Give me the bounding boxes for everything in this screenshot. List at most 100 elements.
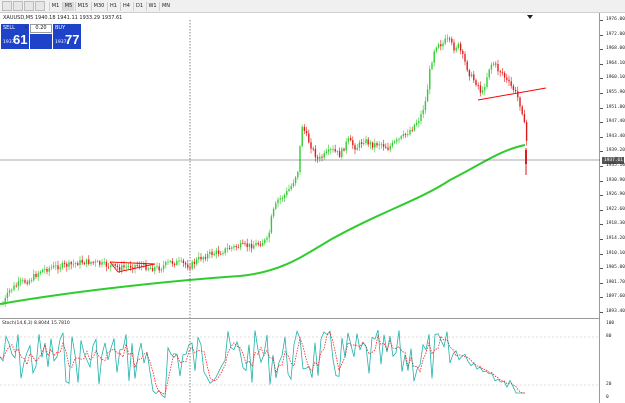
candle-body [88, 259, 90, 264]
candle-body [429, 69, 431, 90]
candle-body [470, 74, 473, 77]
candle-body [391, 142, 394, 147]
price-axis-label: 1910.10 [606, 250, 625, 256]
stoch-axis-label: 20 [606, 382, 612, 387]
candle-body [90, 262, 92, 264]
candle-body [323, 153, 325, 158]
buy-button[interactable]: BUY 1937 77 [53, 24, 81, 49]
candle-body [380, 144, 383, 146]
candle-body [204, 257, 207, 259]
candle-body [189, 267, 191, 269]
candle-body [451, 38, 453, 43]
candle-body [213, 253, 215, 256]
price-axis-tick [600, 282, 603, 284]
candle-body [24, 280, 26, 283]
stoch-axis-label: 100 [606, 321, 615, 326]
candle-body [264, 239, 266, 244]
candle-body [341, 148, 343, 157]
candle-body [396, 139, 398, 142]
candle-body [488, 69, 490, 78]
price-axis-tick [600, 253, 603, 255]
indicator-separator[interactable] [0, 318, 600, 319]
candle-body [35, 274, 37, 277]
price-axis-label: 1918.30 [606, 221, 625, 227]
candle-body [376, 143, 378, 146]
candle-body [477, 85, 479, 86]
candle-body [37, 273, 39, 277]
lot-decrease-icon[interactable]: ▾ [25, 25, 28, 31]
candle-body [48, 268, 50, 272]
candle-body [22, 280, 24, 282]
candle-body [495, 63, 497, 65]
candle-body [283, 195, 286, 198]
candle-body [523, 114, 526, 123]
price-axis-tick [600, 195, 603, 197]
price-axis-tick [600, 297, 603, 299]
candle-body [220, 253, 222, 255]
candle-body [206, 253, 209, 259]
candle-body [13, 285, 15, 290]
price-axis-label: 1972.00 [606, 31, 625, 37]
price-axis-tick [600, 239, 603, 240]
candle-body [123, 265, 125, 268]
candle-body [187, 264, 189, 268]
candle-body [446, 38, 449, 40]
candle-body [369, 142, 372, 145]
candle-body [202, 257, 204, 260]
candle-body [92, 262, 94, 263]
price-axis-label: 1893.40 [606, 309, 625, 314]
candle-body [6, 292, 9, 299]
candle-body [343, 148, 345, 151]
price-axis-tick [600, 34, 603, 36]
candle-body [50, 267, 53, 269]
candle-body [413, 124, 416, 131]
lot-size-input[interactable]: 0.20 [30, 24, 52, 33]
candle-body [332, 149, 334, 150]
candle-body [440, 44, 442, 47]
candle-body [198, 256, 200, 260]
candle-body [83, 262, 86, 264]
trading-terminal-window: M1 M5 M15 M30 H1 H4 D1 W1 MN XAUUSD,M5 1940.18 1… [0, 0, 625, 403]
price-axis-label: 1935.10 [606, 163, 625, 168]
candle-body [365, 139, 367, 144]
candle-body [338, 151, 341, 157]
candle-body [301, 126, 303, 147]
candle-body [77, 263, 79, 266]
candle-body [176, 261, 178, 265]
candle-body [149, 268, 152, 269]
candle-body [11, 289, 13, 291]
candle-body [468, 70, 471, 77]
candle-body [442, 43, 444, 47]
candle-body [374, 143, 376, 148]
candle-body [237, 247, 240, 248]
candle-body [356, 147, 358, 150]
candle-body [224, 248, 226, 254]
candle-body [310, 142, 312, 149]
price-axis-tick [600, 312, 603, 313]
candle-body [501, 72, 504, 74]
price-axis-tick [600, 166, 603, 167]
price-axis-label: 1922.60 [606, 206, 625, 212]
candle-body [125, 266, 127, 268]
chart-shift-marker-icon [527, 15, 533, 19]
price-axis-tick [600, 136, 603, 138]
candle-body [57, 265, 59, 270]
candle-body [294, 177, 297, 184]
candle-body [349, 138, 352, 141]
candle-body [215, 250, 218, 254]
price-axis-label: 1947.40 [606, 119, 625, 125]
spread-area [30, 34, 52, 49]
price-axis-tick [600, 49, 603, 51]
candle-body [217, 250, 220, 254]
price-axis-label: 1901.70 [606, 279, 625, 285]
price-axis-tick [600, 78, 603, 80]
neckline-trendline [477, 87, 547, 101]
candle-body [259, 244, 262, 246]
candle-body [420, 114, 422, 122]
candle-body [222, 253, 224, 254]
candle-body [55, 265, 57, 267]
candle-body [261, 243, 264, 246]
candle-body [525, 122, 528, 141]
price-axis-tick [600, 20, 603, 21]
candle-body [312, 148, 314, 150]
